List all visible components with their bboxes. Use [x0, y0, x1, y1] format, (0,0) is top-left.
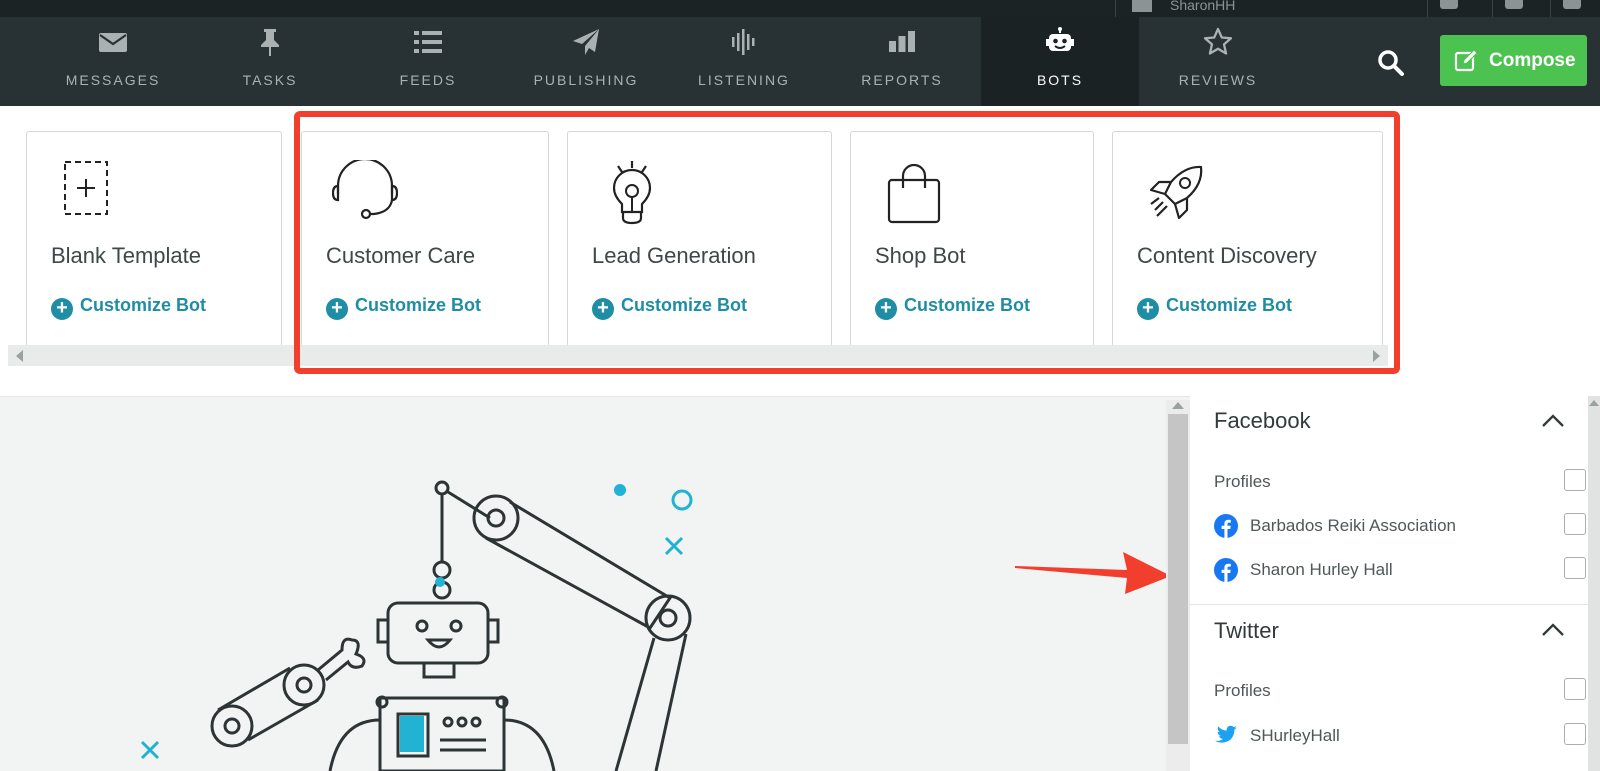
account-strip: SharonHH [0, 0, 1600, 17]
nav-label: REVIEWS [1178, 72, 1258, 88]
envelope-icon [99, 33, 127, 52]
profile-name: SHurleyHall [1250, 726, 1340, 745]
chevron-up-icon[interactable] [1540, 408, 1566, 434]
profile-name: Barbados Reiki Association [1250, 516, 1457, 535]
chevron-up-icon[interactable] [1540, 617, 1566, 643]
nav-label: PUBLISHING [533, 72, 639, 88]
profile-filter-sidebar: Facebook Profiles Barbados Reiki Associa… [1190, 396, 1588, 771]
star-icon [1203, 27, 1233, 55]
profile-row[interactable]: SHurleyHall [1214, 720, 1586, 750]
twitter-icon [1215, 725, 1237, 743]
nav-tasks[interactable]: TASKS [191, 17, 349, 106]
select-all-checkbox[interactable] [1564, 678, 1586, 700]
list-icon [414, 31, 442, 53]
nav-label: MESSAGES [65, 72, 161, 88]
search-icon[interactable] [1377, 49, 1405, 77]
annotation-highlight-box [294, 111, 1400, 374]
profile-checkbox[interactable] [1564, 557, 1586, 579]
notifications-icon[interactable] [1427, 0, 1468, 17]
select-all-checkbox[interactable] [1564, 469, 1586, 491]
nav-reviews[interactable]: REVIEWS [1139, 17, 1297, 106]
facebook-icon [1214, 558, 1238, 582]
nav-publishing[interactable]: PUBLISHING [507, 17, 665, 106]
gear-icon[interactable] [1550, 0, 1591, 17]
edit-icon [1454, 49, 1478, 72]
customize-bot-label: Customize Bot [80, 295, 206, 315]
compose-label: Compose [1489, 50, 1576, 71]
profiles-label: Profiles [1214, 472, 1271, 491]
robot-icon [1046, 27, 1074, 51]
annotation-arrow-icon [1015, 552, 1171, 594]
plus-circle-icon: + [51, 298, 73, 320]
pushpin-icon [261, 29, 279, 56]
nav-feeds[interactable]: FEEDS [349, 17, 507, 106]
page-scrollbar[interactable] [1588, 396, 1600, 771]
nav-bots[interactable]: BOTS [981, 17, 1139, 106]
dashed-plus-icon [64, 161, 108, 215]
profile-row[interactable]: Barbados Reiki Association [1214, 510, 1586, 540]
template-title: Blank Template [51, 243, 202, 268]
nav-label: TASKS [242, 72, 298, 88]
paper-plane-icon [573, 29, 599, 55]
vertical-scrollbar[interactable] [1166, 400, 1190, 771]
scroll-thumb[interactable] [1168, 414, 1188, 744]
main-navigation: MESSAGES TASKS FEEDS PUBLISHING LISTENIN… [0, 17, 1600, 106]
profile-checkbox[interactable] [1564, 723, 1586, 745]
account-name: SharonHH [1170, 0, 1236, 13]
facebook-icon [1214, 514, 1238, 538]
scroll-left-icon[interactable] [16, 350, 23, 362]
section-header-twitter[interactable]: Twitter [1214, 618, 1279, 644]
section-header-facebook[interactable]: Facebook [1214, 408, 1311, 434]
nav-listening[interactable]: LISTENING [665, 17, 823, 106]
nav-messages[interactable]: MESSAGES [34, 17, 192, 106]
compose-button[interactable]: Compose [1440, 35, 1587, 86]
nav-label: REPORTS [861, 72, 943, 88]
profiles-header-row: Profiles [1214, 675, 1586, 705]
nav-reports[interactable]: REPORTS [823, 17, 981, 106]
account-avatar-icon [1132, 0, 1152, 12]
profile-name: Sharon Hurley Hall [1250, 560, 1393, 579]
add-user-icon[interactable] [1492, 0, 1533, 17]
profiles-header-row: Profiles [1214, 466, 1586, 496]
bar-chart-icon [889, 31, 915, 52]
profiles-label: Profiles [1214, 681, 1271, 700]
customize-bot-link[interactable]: + Customize Bot [51, 295, 206, 320]
nav-label: BOTS [1036, 72, 1084, 88]
profile-checkbox[interactable] [1564, 513, 1586, 535]
scroll-up-icon[interactable] [1172, 402, 1184, 409]
template-card-blank[interactable]: Blank Template + Customize Bot [26, 131, 282, 347]
sound-wave-icon [732, 29, 755, 55]
account-switcher[interactable]: SharonHH [1115, 0, 1235, 17]
profile-row[interactable]: Sharon Hurley Hall [1214, 554, 1586, 584]
nav-label: LISTENING [698, 72, 790, 88]
robot-arm-illustration [140, 480, 693, 771]
nav-label: FEEDS [399, 72, 457, 88]
scroll-up-icon[interactable] [1589, 400, 1599, 406]
section-divider [1190, 604, 1588, 605]
